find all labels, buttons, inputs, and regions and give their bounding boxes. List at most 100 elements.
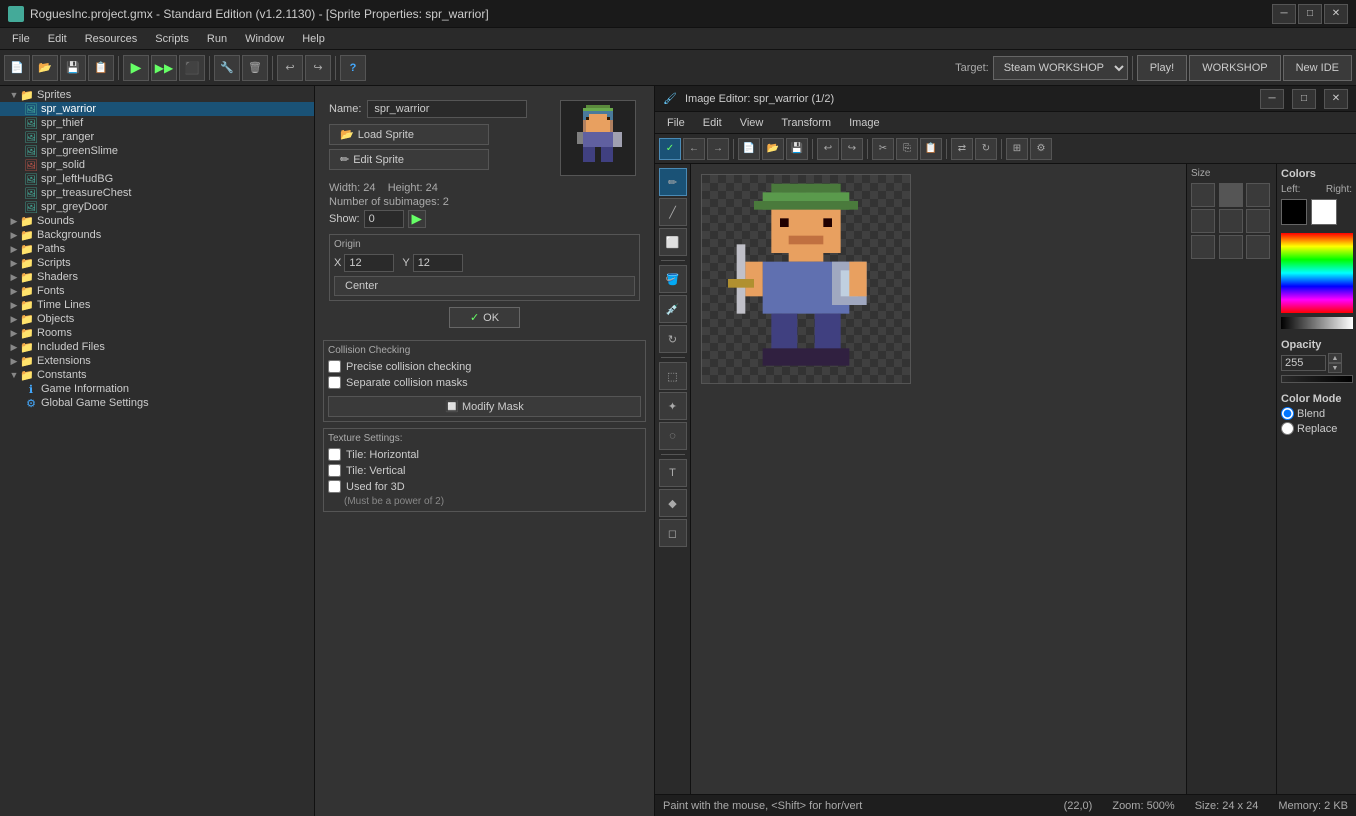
tree-scripts-group[interactable]: ▶ 📁 Scripts [0,256,314,270]
tree-sprites-group[interactable]: ▼ 📁 Sprites [0,88,314,102]
tree-item-spr-ranger[interactable]: 🖼 spr_ranger [0,130,314,144]
maximize-button[interactable]: □ [1298,4,1322,24]
color-picker-rainbow[interactable] [1281,233,1353,313]
text-tool[interactable]: T [659,459,687,487]
tree-item-spr-warrior[interactable]: 🖼 spr_warrior [0,102,314,116]
color-picker-tool[interactable]: 💉 [659,295,687,323]
close-button[interactable]: ✕ [1324,4,1348,24]
ie-back-button[interactable]: ← [683,138,705,160]
ie-save-button[interactable]: 💾 [786,138,808,160]
clean-button[interactable]: 🗑 [242,55,268,81]
left-color-swatch[interactable] [1281,199,1307,225]
ie-cut-button[interactable]: ✂ [872,138,894,160]
ie-forward-button[interactable]: → [707,138,729,160]
tree-game-info[interactable]: ℹ Game Information [0,382,314,396]
ok-button[interactable]: ✓ OK [449,307,520,328]
ie-close-button[interactable]: ✕ [1324,89,1348,109]
tree-fonts-group[interactable]: ▶ 📁 Fonts [0,284,314,298]
ie-mirror-button[interactable]: ⇄ [951,138,973,160]
ie-accept-button[interactable]: ✓ [659,138,681,160]
separate-masks-checkbox[interactable] [328,376,341,389]
sprite-canvas[interactable] [701,174,911,384]
save-all-button[interactable]: 📋 [88,55,114,81]
size-btn-1[interactable] [1191,183,1215,207]
stop-button[interactable]: ⬛ [179,55,205,81]
size-btn-2[interactable] [1219,183,1243,207]
name-input[interactable] [367,100,527,118]
blend-radio[interactable] [1281,407,1294,420]
play-button[interactable]: Play! [1137,55,1187,81]
menu-help[interactable]: Help [294,31,333,47]
ie-copy-button[interactable]: ⎘ [896,138,918,160]
tree-objects-group[interactable]: ▶ 📁 Objects [0,312,314,326]
diamond-tool[interactable]: ◆ [659,489,687,517]
modify-mask-button[interactable]: 🔲 Modify Mask [328,396,641,417]
replace-radio[interactable] [1281,422,1294,435]
ie-undo-button[interactable]: ↩ [817,138,839,160]
tree-item-spr-treasurechest[interactable]: 🖼 spr_treasureChest [0,186,314,200]
redo-button[interactable]: ↪ [305,55,331,81]
tile-vertical-checkbox[interactable] [328,464,341,477]
tree-timelines-group[interactable]: ▶ 📁 Time Lines [0,298,314,312]
ie-open-button[interactable]: 📂 [762,138,784,160]
line-tool[interactable]: ╱ [659,198,687,226]
paint-bucket-tool[interactable]: 🪣 [659,265,687,293]
color-picker-grey[interactable] [1281,317,1353,329]
pencil-tool[interactable]: ✏ [659,168,687,196]
save-button[interactable]: 💾 [60,55,86,81]
magic-wand-tool[interactable]: ✦ [659,392,687,420]
ie-menu-image[interactable]: Image [841,115,888,131]
opacity-input[interactable] [1281,355,1326,371]
tree-item-spr-greydoor[interactable]: 🖼 spr_greyDoor [0,200,314,214]
size-btn-6[interactable] [1246,209,1270,233]
show-next-button[interactable]: ▶ [408,210,426,228]
ie-maximize-button[interactable]: □ [1292,89,1316,109]
rotate-tool[interactable]: ↻ [659,325,687,353]
menu-scripts[interactable]: Scripts [147,31,197,47]
tree-item-spr-thief[interactable]: 🖼 spr_thief [0,116,314,130]
minimize-button[interactable]: ─ [1272,4,1296,24]
ie-menu-view[interactable]: View [732,115,772,131]
select-tool[interactable]: ⬚ [659,362,687,390]
opacity-up-button[interactable]: ▲ [1328,353,1342,363]
ie-grid-button[interactable]: ⊞ [1006,138,1028,160]
opacity-down-button[interactable]: ▼ [1328,363,1342,373]
ie-paste-button[interactable]: 📋 [920,138,942,160]
precise-collision-checkbox[interactable] [328,360,341,373]
edit-sprite-button[interactable]: ✏ Edit Sprite [329,149,489,170]
tree-backgrounds-group[interactable]: ▶ 📁 Backgrounds [0,228,314,242]
ie-minimize-button[interactable]: ─ [1260,89,1284,109]
origin-x-input[interactable] [344,254,394,272]
tree-item-spr-lefthud[interactable]: 🖼 spr_leftHudBG [0,172,314,186]
target-select[interactable]: Steam WORKSHOP Windows Mac [993,56,1128,80]
menu-edit[interactable]: Edit [40,31,75,47]
help-button[interactable]: ? [340,55,366,81]
tree-rooms-group[interactable]: ▶ 📁 Rooms [0,326,314,340]
size-btn-7[interactable] [1191,235,1215,259]
ie-new-button[interactable]: 📄 [738,138,760,160]
resource-tree[interactable]: ▼ 📁 Sprites 🖼 spr_warrior 🖼 spr_thief 🖼 … [0,86,315,816]
tree-constants-group[interactable]: ▼ 📁 Constants [0,368,314,382]
erase-tool[interactable]: ⬜ [659,228,687,256]
tree-sounds-group[interactable]: ▶ 📁 Sounds [0,214,314,228]
size-btn-3[interactable] [1246,183,1270,207]
ie-rotate-button[interactable]: ↻ [975,138,997,160]
menu-file[interactable]: File [4,31,38,47]
size-btn-9[interactable] [1246,235,1270,259]
ie-menu-edit[interactable]: Edit [695,115,730,131]
ie-settings-button[interactable]: ⚙ [1030,138,1052,160]
canvas-area[interactable] [691,164,1186,794]
tree-extensions-group[interactable]: ▶ 📁 Extensions [0,354,314,368]
ie-redo-button[interactable]: ↪ [841,138,863,160]
size-btn-5[interactable] [1219,209,1243,233]
used-3d-checkbox[interactable] [328,480,341,493]
tree-included-files-group[interactable]: ▶ 📁 Included Files [0,340,314,354]
size-btn-8[interactable] [1219,235,1243,259]
ie-menu-transform[interactable]: Transform [773,115,839,131]
tree-paths-group[interactable]: ▶ 📁 Paths [0,242,314,256]
show-input[interactable] [364,210,404,228]
grid-tool[interactable]: ◻ [659,519,687,547]
tree-global-settings[interactable]: ⚙ Global Game Settings [0,396,314,410]
menu-window[interactable]: Window [237,31,292,47]
open-button[interactable]: 📂 [32,55,58,81]
